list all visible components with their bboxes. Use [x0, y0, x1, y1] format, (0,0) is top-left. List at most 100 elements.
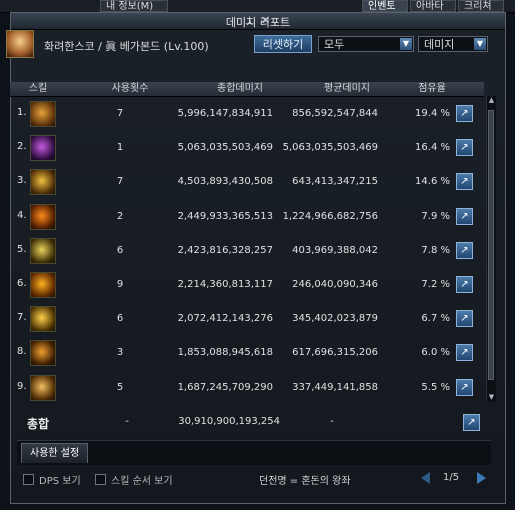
row-uses: 7 — [116, 176, 124, 188]
window-title: 데미지 리포트 — [225, 16, 291, 29]
table-row: 8. 3 1,853,088,945,618 617,696,315,206 6.0 %… — [10, 337, 484, 370]
row-average-damage: 1,224,966,682,756 — [282, 210, 378, 222]
header-average: 평균데미지 — [324, 83, 370, 94]
row-uses: 2 — [116, 210, 124, 222]
row-share: 7.2 % — [421, 279, 450, 290]
filter-select-metric[interactable]: 데미지 ▼ — [418, 36, 488, 52]
row-rank: 5. — [17, 243, 27, 255]
row-average-damage: 337,449,141,858 — [292, 381, 378, 393]
row-share-button[interactable]: ↗ — [456, 310, 473, 328]
row-share: 14.6 % — [415, 176, 450, 188]
row-average-damage: 643,413,347,215 — [292, 176, 378, 188]
scroll-up-icon[interactable]: ▲ — [487, 96, 496, 105]
row-share-button[interactable]: ↗ — [456, 139, 473, 157]
header-share: 점유율 — [418, 83, 446, 94]
skill-icon[interactable] — [30, 272, 56, 298]
row-average-damage: 246,040,090,346 — [292, 279, 378, 290]
row-uses: 3 — [116, 347, 124, 359]
prev-page-icon[interactable] — [421, 472, 430, 484]
bg-tab-my-info[interactable]: 내 정보(M) — [100, 0, 168, 12]
row-total-damage: 2,423,816,328,257 — [177, 244, 273, 256]
tab-used-settings[interactable]: 사용한 설정 — [21, 443, 89, 463]
row-share-button[interactable]: ↗ — [456, 207, 473, 225]
total-row: 총합 - 30,910,900,193,254 - ↗ — [17, 408, 491, 438]
row-share-button[interactable]: ↗ — [456, 276, 473, 293]
row-share: 6.7 % — [421, 313, 450, 325]
row-rank: 4. — [17, 209, 27, 221]
table-row: 3. 7 4,503,893,430,508 643,413,347,215 14.6 … — [10, 166, 484, 199]
header-total: 종합데미지 — [217, 83, 263, 94]
dps-view-checkbox[interactable] — [23, 474, 34, 485]
total-share-button[interactable]: ↗ — [463, 414, 480, 431]
dps-view-label: DPS 보기 — [39, 476, 81, 487]
damage-table: 스킬 사용횟수 종합데미지 평균데미지 점유율 1. 7 5,996,147,834… — [10, 82, 497, 404]
row-total-damage: 5,063,035,503,469 — [177, 142, 273, 154]
table-row: 9. 5 1,687,245,709,290 337,449,141,858 5.5 %… — [10, 372, 484, 405]
report-footer: DPS 보기 스킬 순서 보기 던전명 = 혼돈의 왕좌 1/5 — [17, 470, 491, 492]
skill-icon[interactable] — [30, 203, 56, 230]
row-total-damage: 5,996,147,834,911 — [177, 108, 273, 119]
row-rank: 2. — [17, 141, 27, 153]
next-page-icon[interactable] — [477, 472, 486, 484]
skill-icon[interactable] — [30, 306, 56, 333]
character-name: 화려한스코 / 眞 베가본드 (Lv.100) — [44, 40, 209, 53]
table-row: 5. 6 2,423,816,328,257 403,969,388,042 7.8 %… — [10, 235, 484, 268]
row-uses: 6 — [116, 244, 124, 256]
row-uses: 7 — [116, 108, 124, 119]
reset-button[interactable]: 리셋하기 — [254, 35, 312, 53]
chevron-down-icon[interactable]: ▼ — [474, 38, 486, 50]
scroll-down-icon[interactable]: ▼ — [487, 393, 496, 402]
row-uses: 6 — [116, 313, 124, 325]
row-share-button[interactable]: ↗ — [456, 241, 473, 259]
filter-select-metric-value: 데미지 — [424, 38, 455, 51]
table-row: 7. 6 2,072,412,143,276 345,402,023,879 6.7 %… — [10, 303, 484, 336]
row-rank: 3. — [17, 175, 27, 187]
dungeon-name: 던전명 = 혼돈의 왕좌 — [259, 476, 351, 487]
chevron-down-icon[interactable]: ▼ — [400, 38, 412, 50]
filter-select-target[interactable]: 모두 ▼ — [318, 36, 414, 52]
page-indicator: 1/5 — [443, 472, 460, 483]
bg-tab-avatar[interactable]: 아바타 — [410, 0, 456, 12]
total-label: 총합 — [27, 417, 50, 431]
row-uses: 5 — [116, 381, 124, 393]
row-share-button[interactable]: ↗ — [456, 105, 473, 122]
skill-icon[interactable] — [30, 340, 56, 367]
report-header: 화려한스코 / 眞 베가본드 (Lv.100) 리셋하기 모두 ▼ 데미지 ▼ — [6, 30, 490, 58]
row-share: 7.9 % — [421, 210, 450, 222]
table-scrollbar[interactable]: ▲ ▼ — [486, 96, 496, 402]
row-total-damage: 2,214,360,813,117 — [177, 279, 273, 290]
row-rank: 6. — [17, 278, 27, 289]
row-share-button[interactable]: ↗ — [456, 344, 473, 362]
character-avatar — [6, 30, 34, 58]
row-total-damage: 2,072,412,143,276 — [177, 313, 273, 325]
skill-icon[interactable] — [30, 135, 56, 162]
row-rank: 8. — [17, 346, 27, 358]
header-skill: 스킬 — [28, 83, 48, 94]
filter-select-target-value: 모두 — [324, 38, 345, 51]
bg-tab-creature[interactable]: 크리쳐 — [458, 0, 504, 12]
row-rank: 9. — [17, 380, 27, 392]
skill-icon[interactable] — [30, 374, 56, 401]
row-share: 19.4 % — [415, 108, 450, 119]
row-average-damage: 856,592,547,844 — [292, 108, 378, 119]
row-average-damage: 617,696,315,206 — [292, 347, 378, 359]
row-total-damage: 1,687,245,709,290 — [177, 381, 273, 393]
row-average-damage: 403,969,388,042 — [292, 244, 378, 256]
bg-tab-inventory[interactable]: 인벤토리 — [362, 0, 408, 24]
total-uses: - — [125, 416, 129, 427]
row-share: 6.0 % — [421, 347, 450, 359]
pager: 1/5 — [421, 470, 491, 488]
table-row: 2. 1 5,063,035,503,469 5,063,035,503,469 16.… — [10, 132, 484, 165]
row-average-damage: 345,402,023,879 — [292, 313, 378, 325]
scroll-thumb[interactable] — [488, 110, 494, 380]
row-uses: 9 — [116, 279, 124, 290]
skill-icon[interactable] — [30, 237, 56, 264]
window-titlebar[interactable]: ⊥ ✕ 데미지 리포트 — [11, 13, 505, 30]
row-share-button[interactable]: ↗ — [456, 378, 473, 396]
row-share-button[interactable]: ↗ — [456, 173, 473, 191]
skill-icon[interactable] — [30, 169, 56, 196]
skill-icon[interactable] — [30, 101, 56, 127]
row-average-damage: 5,063,035,503,469 — [282, 142, 378, 154]
skill-order-checkbox[interactable] — [95, 474, 106, 485]
header-uses: 사용횟수 — [111, 83, 149, 94]
